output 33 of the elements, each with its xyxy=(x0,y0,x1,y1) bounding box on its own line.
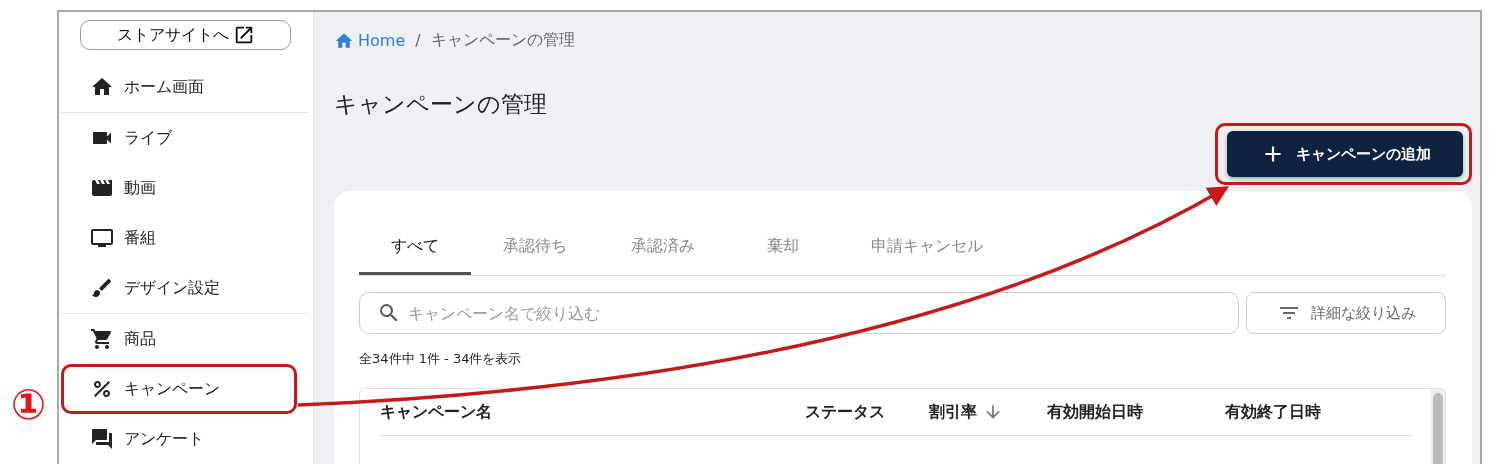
sidebar-item[interactable]: 商品 xyxy=(61,314,297,364)
column-header[interactable]: キャンペーン名 xyxy=(380,401,805,423)
store-site-button[interactable]: ストアサイトへ xyxy=(80,20,291,50)
search-field[interactable]: キャンペーン名で絞り込む xyxy=(359,292,1239,334)
filter-button[interactable]: 詳細な絞り込み xyxy=(1246,292,1446,334)
sidebar-item[interactable]: ホーム画面 xyxy=(61,62,297,112)
sidebar-item[interactable]: キャンペーン xyxy=(61,364,297,414)
breadcrumb-separator: / xyxy=(415,31,421,50)
breadcrumb-current: キャンペーンの管理 xyxy=(430,30,575,51)
sidebar-item[interactable]: 動画 xyxy=(61,163,297,213)
sidebar-item[interactable]: 番組 xyxy=(61,213,297,263)
column-header[interactable]: 割引率 xyxy=(929,401,1047,423)
tab[interactable]: すべて xyxy=(359,221,471,275)
column-header[interactable]: 有効開始日時 xyxy=(1047,401,1225,423)
sidebar-item[interactable]: デザイン設定 xyxy=(61,263,297,313)
monitor-icon xyxy=(90,226,114,250)
chat-icon xyxy=(90,427,114,451)
result-count: 全34件中 1件 - 34件を表示 xyxy=(359,350,523,368)
step-number-marker: ① xyxy=(10,384,47,426)
page-title: キャンペーンの管理 xyxy=(334,90,548,119)
column-header[interactable]: ステータス xyxy=(805,401,929,423)
sidebar-item[interactable]: アンケート xyxy=(61,414,297,464)
cart-icon xyxy=(90,327,114,351)
breadcrumb-link[interactable]: Home xyxy=(334,30,406,51)
add-campaign-button[interactable]: キャンペーンの追加 xyxy=(1227,131,1463,177)
sidebar-item[interactable]: ライブ xyxy=(61,113,297,163)
tab[interactable]: 承認待ち xyxy=(471,221,599,275)
brush-icon xyxy=(90,276,114,300)
tab[interactable]: 棄却 xyxy=(727,221,839,275)
scrollbar[interactable] xyxy=(1431,389,1445,464)
tab[interactable]: 申請キャンセル xyxy=(839,221,1015,275)
column-header[interactable]: 有効終了日時 xyxy=(1225,401,1375,423)
tab[interactable]: 承認済み xyxy=(599,221,727,275)
